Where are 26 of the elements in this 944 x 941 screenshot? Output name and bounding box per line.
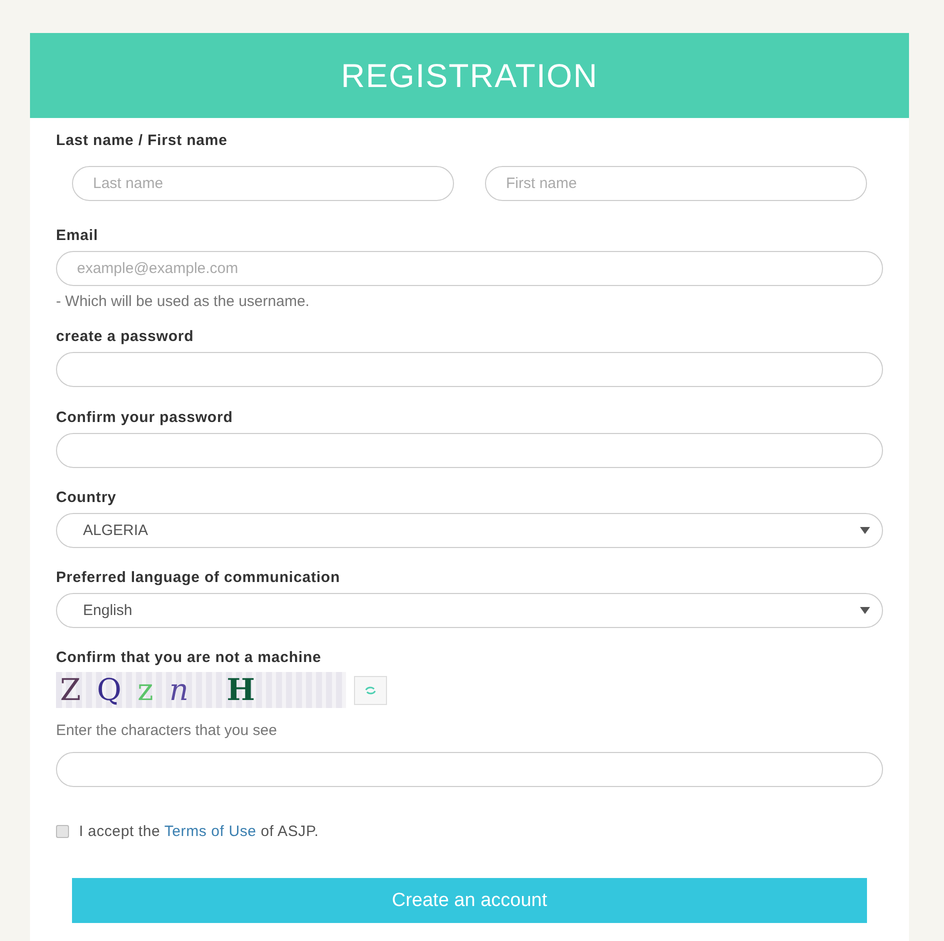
- refresh-icon: [365, 686, 376, 694]
- field-label: Country: [56, 489, 118, 506]
- dropdown-caret-icon: [860, 527, 870, 534]
- field-label: Confirm your password: [56, 409, 234, 426]
- terms-link[interactable]: Terms of Use: [164, 823, 256, 840]
- country-select[interactable]: ALGERIA: [56, 513, 883, 548]
- field-label: Email: [56, 227, 100, 244]
- field-label: Last name / First name: [56, 132, 228, 149]
- field-label: Preferred language of communication: [56, 569, 342, 586]
- checkbox[interactable]: [56, 825, 69, 838]
- input-field[interactable]: First name: [485, 166, 867, 201]
- field-label: Confirm that you are not a machine: [56, 649, 322, 666]
- dropdown-caret-icon: [860, 607, 870, 614]
- captcha-field[interactable]: [56, 752, 883, 787]
- terms-text: I accept the Terms of Use of ASJP.: [79, 823, 319, 840]
- helper-text: Enter the characters that you see: [56, 722, 278, 739]
- field-label: create a password: [56, 328, 195, 345]
- input-field[interactable]: Last name: [72, 166, 454, 201]
- language-select[interactable]: English: [56, 593, 883, 628]
- input-field[interactable]: example@example.com: [56, 251, 883, 286]
- password-field[interactable]: [56, 433, 883, 468]
- refresh-button[interactable]: [354, 676, 387, 704]
- captcha-image: Z Q z n H: [56, 672, 346, 708]
- helper-text: - Which will be used as the username.: [56, 293, 310, 310]
- form-title: REGISTRATION: [340, 56, 598, 94]
- password-field[interactable]: [56, 352, 883, 387]
